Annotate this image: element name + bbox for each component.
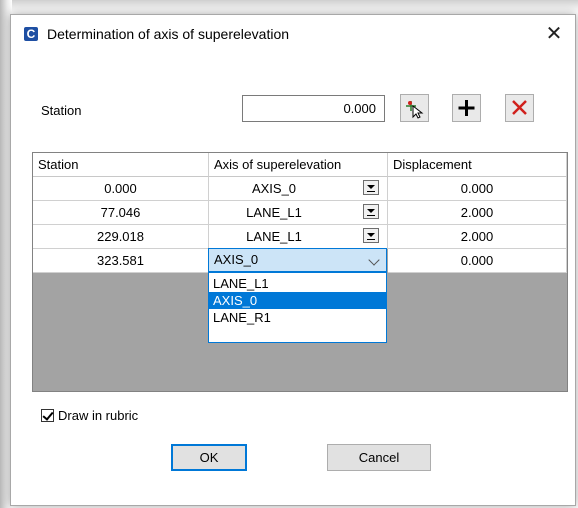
axis-value: LANE_L1: [246, 205, 302, 220]
ok-button[interactable]: OK: [171, 444, 247, 471]
column-header-displacement[interactable]: Displacement: [388, 153, 567, 177]
pick-station-icon: [406, 101, 424, 119]
title-bar: C Determination of axis of superelevatio…: [11, 15, 575, 55]
axis-value: LANE_L1: [246, 229, 302, 244]
column-header-axis[interactable]: Axis of superelevation: [209, 153, 388, 177]
plus-icon: [458, 100, 475, 116]
table-row-station-cell[interactable]: 77.046: [33, 201, 209, 225]
table-row-displacement-cell[interactable]: 2.000: [388, 225, 567, 249]
dropdown-option-lane-l1[interactable]: LANE_L1: [209, 275, 386, 292]
cancel-button[interactable]: Cancel: [327, 444, 431, 471]
axis-dropdown-button[interactable]: [363, 180, 379, 195]
table-row-displacement-cell[interactable]: 0.000: [388, 249, 567, 273]
delete-x-icon: [512, 100, 527, 115]
table-row-station-cell[interactable]: 229.018: [33, 225, 209, 249]
station-input[interactable]: [242, 95, 385, 122]
table-row-displacement-cell[interactable]: 2.000: [388, 201, 567, 225]
window-title: Determination of axis of superelevation: [47, 26, 290, 42]
pick-station-button[interactable]: [400, 94, 429, 122]
axis-dropdown-button[interactable]: [363, 204, 379, 219]
background-shadow-top: [0, 0, 578, 12]
close-button[interactable]: ✕: [542, 22, 566, 46]
superelevation-dialog: C Determination of axis of superelevatio…: [10, 14, 576, 506]
column-header-station[interactable]: Station: [33, 153, 209, 177]
table-row-station-cell[interactable]: 323.581: [33, 249, 209, 273]
app-logo-icon: C: [24, 27, 38, 41]
combobox-value: AXIS_0: [214, 252, 259, 267]
chevron-down-icon: [368, 254, 380, 266]
axis-dropdown-list: LANE_L1 AXIS_0 LANE_R1: [208, 272, 387, 343]
table-row-displacement-cell[interactable]: 0.000: [388, 177, 567, 201]
station-label: Station: [41, 103, 82, 118]
table-row-axis-cell[interactable]: AXIS_0: [209, 177, 388, 201]
table-row-station-cell[interactable]: 0.000: [33, 177, 209, 201]
dropdown-option-axis-0[interactable]: AXIS_0: [209, 292, 386, 309]
axis-value: AXIS_0: [251, 181, 297, 196]
delete-row-button[interactable]: [505, 94, 534, 122]
draw-in-rubric-checkbox[interactable]: [41, 409, 54, 422]
axis-combobox-open[interactable]: AXIS_0: [208, 248, 387, 272]
draw-in-rubric-label: Draw in rubric: [58, 408, 139, 423]
axis-dropdown-button[interactable]: [363, 228, 379, 243]
table-row-axis-cell[interactable]: LANE_L1: [209, 225, 388, 249]
add-row-button[interactable]: [452, 94, 481, 122]
dropdown-option-lane-r1[interactable]: LANE_R1: [209, 309, 386, 326]
table-row-axis-cell[interactable]: LANE_L1: [209, 201, 388, 225]
